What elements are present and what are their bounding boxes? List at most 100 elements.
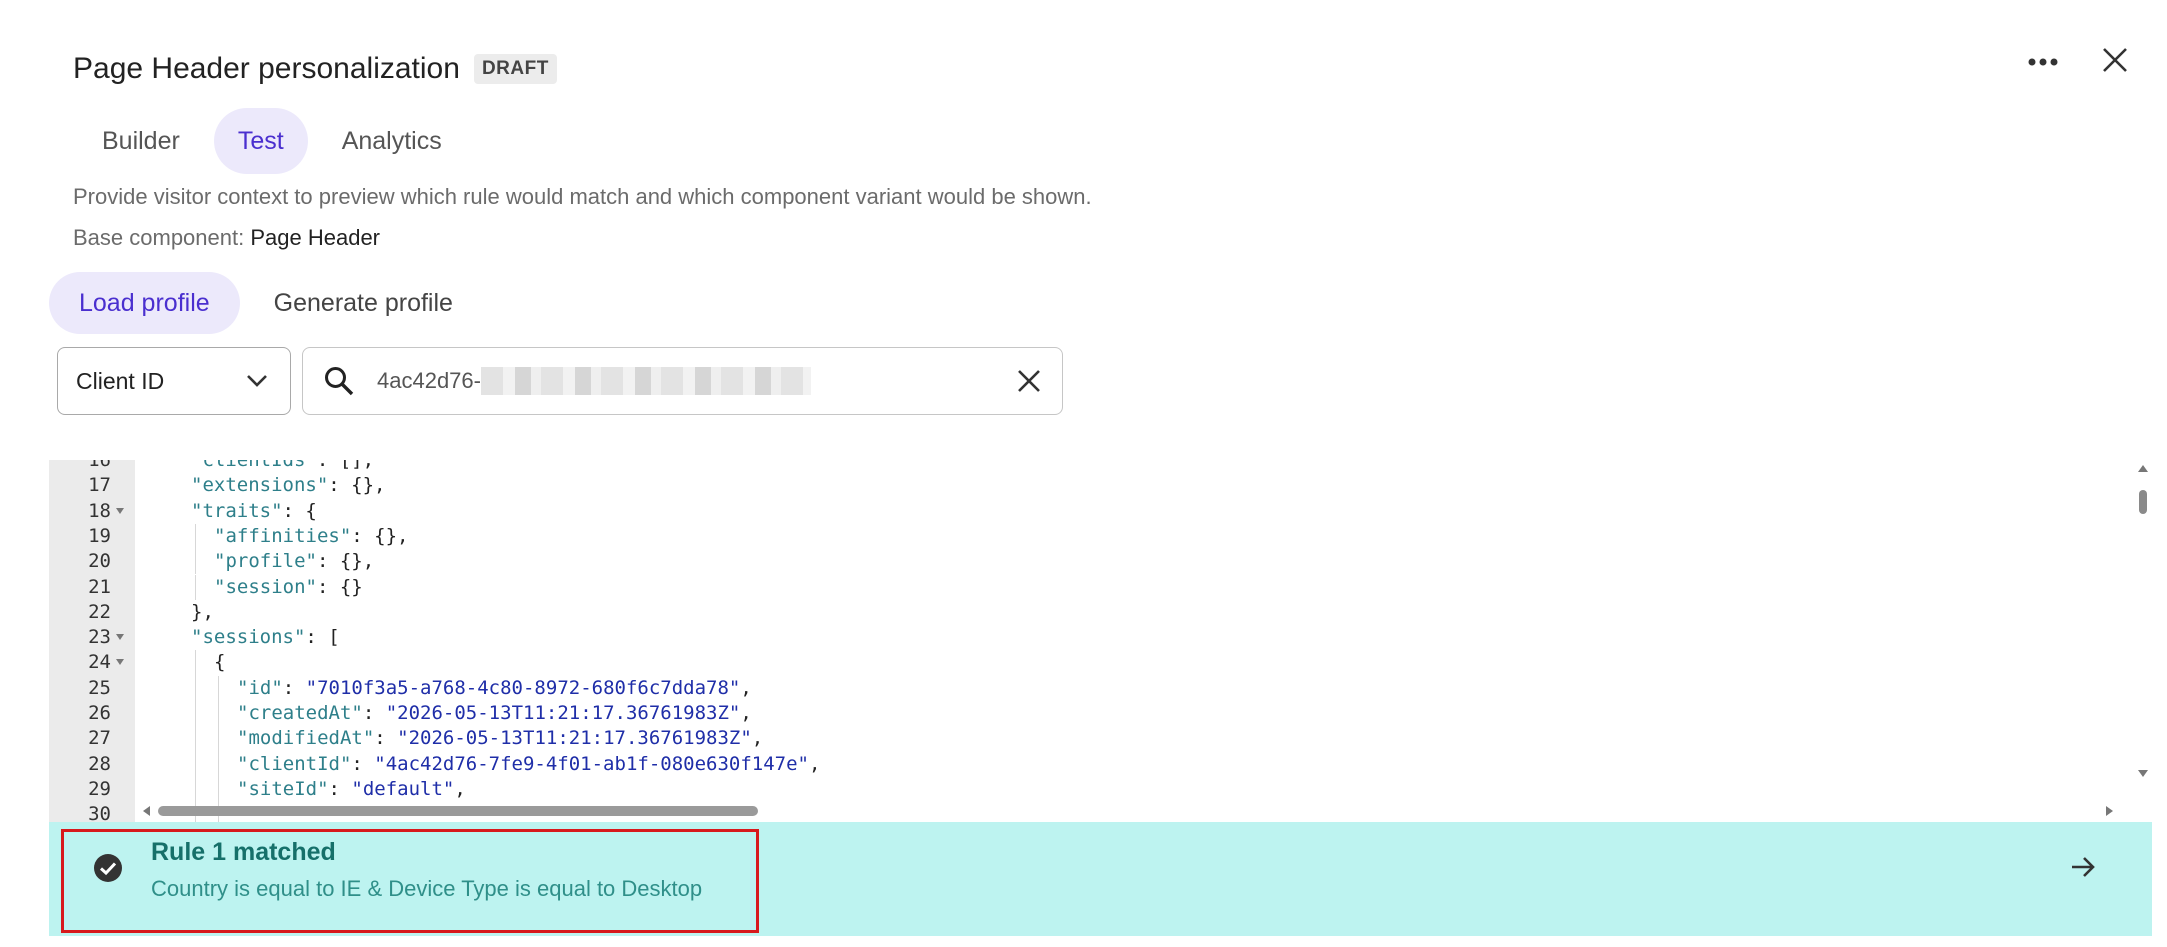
json-string: "default" xyxy=(351,777,455,800)
json-key: "extensions" xyxy=(191,474,329,497)
code-line: "clientId": "4ac42d76-7fe9-4f01-ab1f-080… xyxy=(237,752,820,777)
indent-guide xyxy=(218,776,219,803)
result-title: Rule 1 matched xyxy=(151,838,336,866)
line-number: 19 xyxy=(88,524,111,547)
tab-test[interactable]: Test xyxy=(213,108,308,174)
editor-horizontal-scroll-thumb[interactable] xyxy=(158,806,758,816)
indent-guide xyxy=(218,751,219,777)
json-key: "modifiedAt" xyxy=(237,727,375,750)
code-line: }, xyxy=(191,600,214,625)
check-circle-icon xyxy=(94,854,122,882)
json-string: "7010f3a5-a768-4c80-8972-680f6c7dda78" xyxy=(305,676,741,699)
id-type-select-value: Client ID xyxy=(76,367,165,394)
json-punct: , xyxy=(751,727,764,750)
line-number: 16 xyxy=(88,460,111,471)
json-key: "affinities" xyxy=(214,524,352,547)
base-component-label: Base component: xyxy=(73,225,245,250)
json-punct: : xyxy=(282,676,306,699)
json-punct: { xyxy=(214,651,226,674)
header: Page Header personalization DRAFT xyxy=(73,52,557,86)
json-key: "profile" xyxy=(214,550,317,573)
id-type-select[interactable]: Client ID xyxy=(57,347,291,415)
line-number: 30 xyxy=(88,803,111,822)
line-number: 24 xyxy=(88,651,111,674)
indent-guide xyxy=(218,675,219,701)
more-options-button[interactable] xyxy=(2023,44,2063,80)
indent-guide xyxy=(218,701,219,727)
main-tabs: Builder Test Analytics xyxy=(78,108,466,174)
test-description: Provide visitor context to preview which… xyxy=(73,184,1092,209)
client-id-search[interactable]: 4ac42d76- xyxy=(302,347,1063,415)
json-string: "2026-05-13T11:21:17.36761983Z" xyxy=(397,727,752,750)
indent-guide xyxy=(195,701,196,727)
line-number: 29 xyxy=(88,777,111,800)
json-key: "session" xyxy=(214,575,317,598)
line-number: 25 xyxy=(88,676,111,699)
line-number: 26 xyxy=(88,702,111,724)
tab-builder[interactable]: Builder xyxy=(78,108,204,174)
search-input-value: 4ac42d76- xyxy=(377,368,481,393)
json-string: "4ac42d76-7fe9-4f01-ab1f-080e630f147e" xyxy=(374,752,809,775)
json-punct: , xyxy=(454,777,466,800)
line-number: 17 xyxy=(88,474,111,497)
json-punct: : xyxy=(374,727,398,750)
code-line: "siteId": "default", xyxy=(237,777,466,802)
code-line: "extensions": {}, xyxy=(191,473,385,498)
code-line: { xyxy=(214,650,225,675)
base-component: Base component: Page Header xyxy=(73,225,380,251)
line-number: 27 xyxy=(88,727,111,750)
indent-guide xyxy=(195,549,196,575)
line-number: 21 xyxy=(88,575,111,598)
scroll-right-icon xyxy=(2106,806,2113,816)
json-punct: : [], xyxy=(316,460,375,471)
json-key: "sessions" xyxy=(191,626,306,649)
fold-toggle-icon[interactable] xyxy=(115,499,125,524)
fold-toggle-icon[interactable] xyxy=(115,625,125,650)
indent-guide xyxy=(195,675,196,701)
search-input[interactable]: 4ac42d76- xyxy=(377,367,811,395)
view-rule-button[interactable] xyxy=(2066,850,2100,884)
tab-load-profile[interactable]: Load profile xyxy=(49,272,240,334)
line-number: 22 xyxy=(88,600,111,623)
json-punct: , xyxy=(740,676,752,699)
line-number: 20 xyxy=(88,550,111,573)
code-line: "id": "7010f3a5-a768-4c80-8972-680f6c7dd… xyxy=(237,676,752,701)
close-icon xyxy=(2103,48,2127,72)
tab-generate-profile[interactable]: Generate profile xyxy=(244,272,483,334)
profile-tabs: Load profile Generate profile xyxy=(49,272,483,334)
fold-toggle-icon[interactable] xyxy=(115,650,125,675)
json-punct: : {}, xyxy=(328,474,386,497)
json-editor[interactable]: 16 "clientIds": [], 17 "extensions": {}, 18 "… xyxy=(49,460,2152,822)
code-line: "session": {} xyxy=(214,575,363,600)
json-key: "clientIds" xyxy=(191,460,317,471)
code-line: "traits": { xyxy=(191,499,317,524)
code-line: "createdAt": "2026-05-13T11:21:17.367619… xyxy=(237,701,752,726)
arrow-right-icon xyxy=(2072,857,2095,877)
redacted-value xyxy=(480,367,811,395)
json-punct: : {}, xyxy=(316,550,375,573)
result-subtitle: Country is equal to IE & Device Type is … xyxy=(151,876,703,901)
json-string: "2026-05-13T11:21:17.36761983Z" xyxy=(385,702,741,724)
indent-guide xyxy=(195,574,196,600)
json-punct: : { xyxy=(282,499,317,522)
json-key: "traits" xyxy=(191,499,283,522)
clear-search-button[interactable] xyxy=(1016,368,1042,394)
code-line: "sessions": [ xyxy=(191,625,340,650)
json-punct: }, xyxy=(191,600,214,623)
json-punct: , xyxy=(740,702,752,724)
json-key: "id" xyxy=(237,676,283,699)
clear-icon xyxy=(1018,370,1040,392)
code-line: "affinities": {}, xyxy=(214,524,408,549)
json-punct: : [ xyxy=(305,626,340,649)
json-key: "siteId" xyxy=(237,777,329,800)
line-number: 28 xyxy=(88,752,111,775)
json-key: "createdAt" xyxy=(237,702,363,724)
editor-vertical-scroll-thumb[interactable] xyxy=(2139,490,2147,514)
tab-analytics[interactable]: Analytics xyxy=(318,108,466,174)
json-punct: : xyxy=(362,702,386,724)
indent-guide xyxy=(218,726,219,752)
json-punct: : xyxy=(351,752,375,775)
code-line: "clientIds": [], xyxy=(191,460,374,473)
close-button[interactable] xyxy=(2095,40,2135,80)
page-title: Page Header personalization xyxy=(73,52,460,85)
